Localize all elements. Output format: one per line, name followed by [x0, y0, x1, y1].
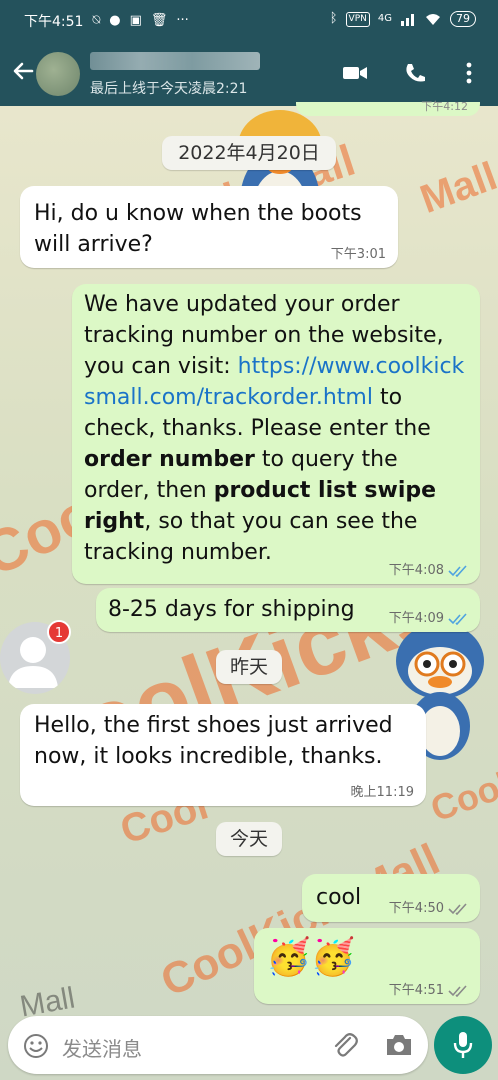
sent-ticks-icon: [448, 985, 467, 997]
more-notifications-icon: ···: [176, 13, 189, 28]
phone-icon[interactable]: [402, 62, 428, 84]
chat-header: 最后上线于今天凌晨2:21: [0, 40, 498, 106]
incoming-message[interactable]: Hello, the first shoes just arrived now,…: [20, 704, 426, 806]
bluetooth-icon: ᛒ: [329, 11, 338, 26]
back-arrow-icon[interactable]: [10, 58, 36, 84]
battery-indicator: 79: [450, 11, 476, 27]
message-time: 下午3:01: [330, 247, 386, 262]
message-text: We have updated your order tracking numb…: [84, 292, 465, 565]
emoji-icon[interactable]: [22, 1032, 50, 1060]
camera-icon[interactable]: [384, 1032, 414, 1058]
status-bar: 下午4:51 ⍉ ● ▣ 🗑 ··· ᛒ VPN 4G 79: [0, 0, 498, 40]
trash-icon: 🗑: [150, 13, 168, 28]
unread-badge: 1: [47, 620, 71, 644]
date-separator: 今天: [216, 822, 282, 856]
wallpaper-watermark: Cool: [425, 763, 498, 830]
vpn-badge: VPN: [345, 11, 370, 27]
mic-icon: [453, 1032, 473, 1058]
read-ticks-icon: [448, 613, 467, 625]
mic-button[interactable]: [434, 1016, 492, 1074]
message-composer[interactable]: 发送消息: [8, 1016, 428, 1074]
contact-last-seen[interactable]: 最后上线于今天凌晨2:21: [90, 78, 247, 98]
date-separator: 昨天: [216, 650, 282, 684]
message-time: 下午4:08: [389, 564, 468, 578]
previous-message-peek: 下午4:12: [296, 101, 480, 116]
outgoing-message[interactable]: 🥳🥳 下午4:51: [254, 928, 480, 1004]
outgoing-message[interactable]: 8-25 days for shipping 下午4:09: [96, 588, 480, 632]
message-time: 晚上11:19: [350, 785, 414, 800]
message-time: 下午4:51: [389, 984, 468, 998]
message-time: 下午4:50: [389, 902, 468, 916]
incoming-message[interactable]: Hi, do u know when the boots will arrive…: [20, 186, 398, 268]
sent-ticks-icon: [448, 903, 467, 915]
network-type: 4G: [377, 13, 392, 24]
message-text: Hello, the first shoes just arrived now,…: [34, 713, 393, 769]
message-icon: ▣: [129, 13, 142, 28]
attach-icon[interactable]: [330, 1030, 360, 1060]
message-input[interactable]: 发送消息: [62, 1033, 142, 1062]
signal-icon: [401, 14, 414, 26]
qq-icon: ●: [109, 13, 121, 28]
contact-avatar[interactable]: [36, 52, 80, 96]
wallpaper-watermark: Mall: [414, 154, 498, 223]
message-time: 下午4:09: [389, 612, 468, 626]
video-call-icon[interactable]: [342, 62, 368, 84]
outgoing-message[interactable]: We have updated your order tracking numb…: [72, 284, 480, 584]
emoji-message: 🥳🥳: [266, 937, 356, 978]
outgoing-message[interactable]: cool 下午4:50: [302, 874, 480, 922]
alarm-off-icon: ⍉: [92, 13, 101, 28]
status-time: 下午4:51: [24, 14, 84, 30]
wifi-icon: [426, 14, 440, 25]
contact-name-blurred[interactable]: [90, 52, 260, 70]
read-ticks-icon: [448, 565, 467, 577]
more-vert-icon[interactable]: [458, 62, 480, 84]
date-separator: 2022年4月20日: [162, 136, 336, 170]
